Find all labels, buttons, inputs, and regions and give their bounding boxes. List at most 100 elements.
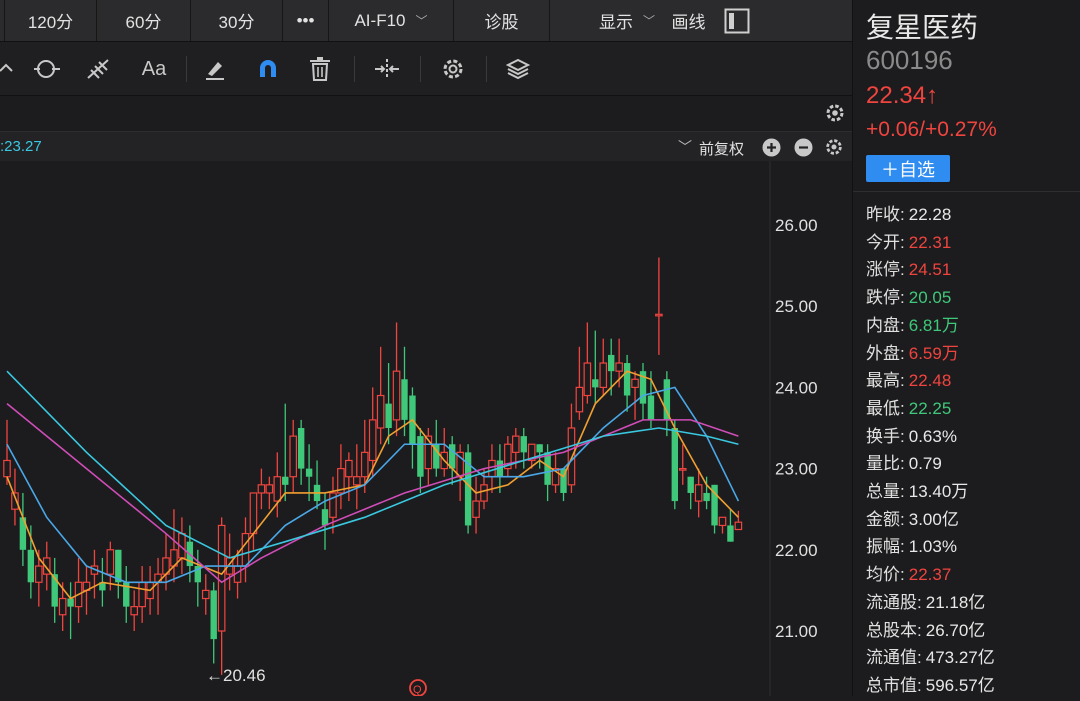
stat-label: 总市值: (866, 675, 922, 695)
stat-label: 总股本: (866, 620, 922, 640)
stat-label: 量比: (866, 454, 905, 474)
candle (257, 468, 266, 510)
adjust-mode-dropdown[interactable]: 前复权 (699, 138, 744, 159)
zoom-out-icon[interactable] (794, 138, 813, 157)
y-tick-label: 24.00 (775, 378, 818, 397)
candle (456, 444, 464, 502)
stat-label: 均价: (866, 565, 905, 585)
search-marker-icon[interactable]: Q (409, 679, 427, 697)
chevron-down-icon: ﹀ (642, 14, 655, 28)
stat-row: 总股本: 26.70亿 (866, 616, 985, 641)
tab-ai-f10[interactable]: AI-F10 ﹀ (329, 0, 454, 41)
candle (130, 590, 139, 631)
tab-30min[interactable]: 30分 (191, 0, 283, 41)
candle (472, 476, 480, 534)
stat-value: 1.03% (908, 537, 957, 557)
magnet-icon[interactable] (254, 54, 282, 84)
pen-icon[interactable] (201, 54, 229, 84)
candle (3, 419, 11, 485)
stat-value: 596.57亿 (925, 675, 995, 695)
draw-line-button[interactable]: 画线 (655, 0, 722, 41)
tab-diagnose[interactable]: 诊股 (454, 0, 550, 41)
stat-value: 20.05 (908, 288, 952, 308)
drawing-toolbar: Aa (0, 42, 852, 96)
stat-row: 昨收: 22.28 (866, 200, 951, 225)
candle (504, 436, 512, 477)
candle (74, 557, 83, 623)
candle (488, 444, 496, 493)
indicator-bar: :23.27 ﹀ 前复权 (0, 131, 852, 161)
stat-label: 最低: (866, 398, 905, 418)
layers-icon[interactable] (503, 54, 533, 84)
toolbar-divider (420, 56, 421, 82)
candle (623, 354, 631, 412)
stat-label: 换手: (866, 426, 905, 446)
text-tool-icon[interactable]: Aa (136, 54, 172, 84)
range-tool-icon[interactable] (372, 54, 402, 84)
candle (337, 444, 345, 510)
tab-120min[interactable]: 120分 (5, 0, 97, 41)
zoom-in-icon[interactable] (762, 138, 781, 157)
tab-60min[interactable]: 60分 (97, 0, 191, 41)
candle (655, 257, 663, 355)
candle (440, 428, 449, 477)
stat-row: 涨停: 24.51 (866, 255, 951, 280)
candle (282, 403, 289, 502)
stat-value: 22.31 (908, 232, 952, 252)
stat-value: 0.79 (908, 454, 942, 474)
divider (853, 191, 1080, 192)
tab-more[interactable]: ••• (283, 0, 329, 41)
stat-label: 流通股: (866, 592, 922, 612)
display-label: 显示 (598, 13, 633, 32)
candle (376, 346, 385, 445)
stat-value: 22.48 (908, 371, 952, 391)
candle (297, 419, 305, 485)
price-change: +0.06/+0.27% (866, 118, 997, 141)
trash-icon[interactable] (306, 54, 334, 84)
y-tick-label: 26.00 (775, 216, 818, 235)
candle (265, 476, 274, 510)
candle (249, 492, 258, 550)
toggle-panel-button[interactable] (722, 0, 752, 41)
candle (592, 330, 599, 404)
candle (639, 363, 647, 420)
candle (329, 476, 337, 534)
chart-settings-icon[interactable] (824, 102, 846, 124)
display-dropdown[interactable]: 显示 ﹀ (550, 0, 655, 41)
wave-tool-icon[interactable] (0, 54, 14, 84)
stat-value: 22.28 (908, 205, 952, 224)
period-tab-bar: 120分 60分 30分 ••• AI-F10 ﹀ 诊股 显示 ﹀ 画线 (0, 0, 852, 42)
add-watchlist-button[interactable]: ＋自选 (866, 155, 950, 182)
cycle-tool-icon[interactable] (30, 54, 64, 84)
candle (401, 346, 408, 437)
y-tick-label: 21.00 (775, 622, 818, 641)
stat-label: 内盘: (866, 315, 905, 335)
candle (631, 371, 639, 420)
stat-row: 内盘: 6.81万 (866, 311, 959, 336)
stat-row: 最高: 22.48 (866, 366, 951, 391)
stat-row: 均价: 22.37 (866, 560, 951, 585)
toolbar-divider (354, 56, 355, 82)
fibonacci-tool-icon[interactable] (84, 54, 114, 84)
gear-icon[interactable] (438, 54, 468, 84)
candle (392, 322, 401, 437)
indicator-settings-icon[interactable] (824, 137, 844, 157)
chevron-down-icon[interactable]: ﹀ (678, 137, 692, 157)
svg-text:Q: Q (413, 684, 422, 696)
candle (409, 387, 416, 469)
toolbar-divider (186, 56, 187, 82)
stat-value: 3.00亿 (908, 509, 959, 529)
stat-row: 流通股: 21.18亿 (866, 588, 985, 613)
y-tick-label: 23.00 (775, 460, 818, 479)
stat-value: 13.40万 (908, 482, 969, 501)
candle (678, 444, 687, 485)
chart-header (0, 96, 852, 132)
candle (385, 363, 392, 445)
stat-label: 今开: (866, 232, 905, 252)
candle (583, 322, 592, 404)
candle (520, 428, 527, 469)
stat-row: 换手: 0.63% (866, 422, 957, 447)
kline-chart[interactable]: 26.00 25.00 24.00 23.00 22.00 21.00 ←20.46 Q (0, 161, 852, 697)
panel-toggle-icon (724, 8, 750, 33)
candle (663, 371, 671, 437)
